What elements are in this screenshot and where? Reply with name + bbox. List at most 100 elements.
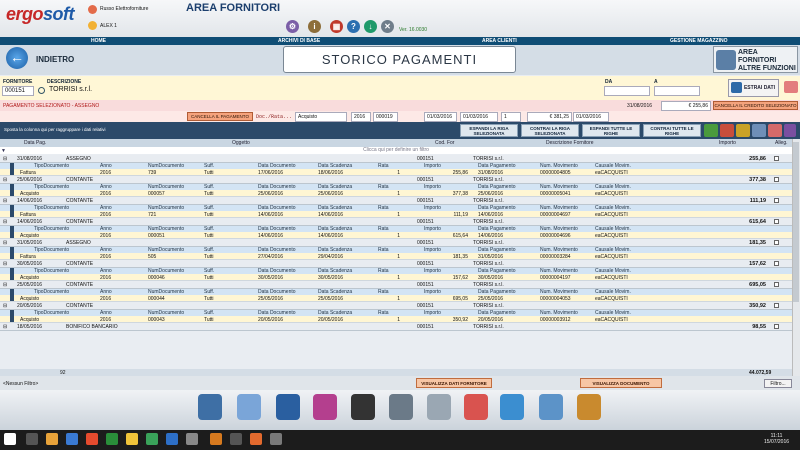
- card-dock-icon[interactable]: [237, 394, 261, 420]
- taskbar-app-icon[interactable]: [86, 433, 98, 445]
- attachment-checkbox[interactable]: [774, 261, 779, 266]
- user-dock-icon[interactable]: [198, 394, 222, 420]
- taskbar-app-icon[interactable]: [46, 433, 58, 445]
- download-icon[interactable]: ↓: [364, 20, 377, 33]
- taskbar-app-icon[interactable]: [250, 433, 262, 445]
- detail-row[interactable]: Acquisto 2016 000046 Tutti 30/05/2016 30/05/2…: [0, 274, 792, 281]
- cancel-credit-button[interactable]: CANCELLA IL CREDITO SELEZIONATO: [713, 101, 798, 110]
- taskbar-app-icon[interactable]: [146, 433, 158, 445]
- taskbar-app-icon[interactable]: [186, 433, 198, 445]
- menu-item-home[interactable]: HOME: [91, 38, 106, 44]
- taskbar-app-icon[interactable]: [230, 433, 242, 445]
- descrizione-field[interactable]: TORRISI s.r.l.: [47, 86, 587, 96]
- collapse-row-button[interactable]: CONTRAI LA RIGA SELEZIONATA: [521, 124, 579, 137]
- filter-button[interactable]: Filtro...: [764, 379, 792, 388]
- back-button[interactable]: INDIETRO: [36, 55, 74, 64]
- col-importo[interactable]: Importo: [719, 140, 736, 146]
- eraser-icon[interactable]: [784, 81, 798, 93]
- excel-export-icon[interactable]: [704, 124, 718, 137]
- collapse-icon: ⊟: [3, 324, 8, 330]
- collapse-icon: ⊟: [3, 261, 8, 267]
- taskbar-app-icon[interactable]: [66, 433, 78, 445]
- cancel-payment-button[interactable]: CANCELLA IL PAGAMENTO: [187, 112, 253, 121]
- fornitore-field[interactable]: 000151: [2, 86, 34, 96]
- search-icon[interactable]: [38, 87, 45, 94]
- docs-dock-icon[interactable]: [313, 394, 337, 420]
- col-alleg[interactable]: Alleg.: [775, 140, 788, 146]
- help-icon[interactable]: ?: [347, 20, 360, 33]
- close-icon[interactable]: ✕: [381, 20, 394, 33]
- taskbar-app-icon[interactable]: [166, 433, 178, 445]
- payment-method-cell: CONTANTE: [66, 282, 94, 288]
- search-dock-icon[interactable]: [539, 394, 563, 420]
- reset-layout-icon[interactable]: [768, 124, 782, 137]
- detail-row[interactable]: Acquisto 2016 000057 Tutti 25/06/2016 25/06/2…: [0, 190, 792, 197]
- attachment-checkbox[interactable]: [774, 156, 779, 161]
- col-cod-for[interactable]: Cod. For: [435, 140, 454, 146]
- payment-group-row[interactable]: ⊟ 31/05/2016 ASSEGNO 000151 TORRISI s.r.l. 18…: [0, 239, 792, 247]
- windows-start-icon[interactable]: [4, 433, 16, 445]
- date-from-field[interactable]: [604, 86, 650, 96]
- supplier-code-cell: 000151: [417, 261, 434, 267]
- view-supplier-button[interactable]: VISUALIZZA DATI FORNITORE: [416, 378, 492, 388]
- menu-item-archivi[interactable]: ARCHIVI DI BASE: [278, 38, 320, 44]
- taskbar-app-icon[interactable]: [210, 433, 222, 445]
- menu-item-clienti[interactable]: AREA CLIENTI: [482, 38, 517, 44]
- menu-item-magazzino[interactable]: GESTIONE MAGAZZINO: [670, 38, 728, 44]
- back-arrow-icon[interactable]: ←: [6, 47, 28, 69]
- detail-row[interactable]: Fattura 2016 505 Tutti 27/04/2016 29/04/2016 1…: [0, 253, 792, 260]
- attachment-checkbox[interactable]: [774, 240, 779, 245]
- grid-filter-row[interactable]: Clicca qui per definire un filtro: [0, 147, 792, 154]
- payment-group-row[interactable]: ⊟ 30/05/2016 CONTANTE 000151 TORRISI s.r.l. 1…: [0, 260, 792, 268]
- scrollbar-thumb[interactable]: [793, 142, 799, 302]
- attachment-checkbox[interactable]: [774, 198, 779, 203]
- expand-row-button[interactable]: ESPANDI LA RIGA SELEZIONATA: [460, 124, 518, 137]
- expand-all-button[interactable]: ESPANDI TUTTE LE RIGHE: [582, 124, 640, 137]
- view-document-button[interactable]: VISUALIZZA DOCUMENTO: [580, 378, 662, 388]
- payment-group-row[interactable]: ⊟ 14/06/2016 CONTANTE 000151 TORRISI s.r.l. 1…: [0, 197, 792, 205]
- attachment-checkbox[interactable]: [774, 177, 779, 182]
- payment-group-row[interactable]: ⊟ 25/05/2016 CONTANTE 000151 TORRISI s.r.l. 6…: [0, 281, 792, 289]
- taskbar-app-icon[interactable]: [26, 433, 38, 445]
- payment-group-row[interactable]: ⊟ 14/06/2016 CONTANTE 000151 TORRISI s.r.l. 6…: [0, 218, 792, 226]
- settings-icon[interactable]: [752, 124, 766, 137]
- payment-group-row[interactable]: ⊟ 25/06/2016 CONTANTE 000151 TORRISI s.r.l. 3…: [0, 176, 792, 184]
- taskbar-app-icon[interactable]: [126, 433, 138, 445]
- attachment-checkbox[interactable]: [774, 324, 779, 329]
- payment-group-row[interactable]: ⊟ 31/08/2016 ASSEGNO 000151 TORRISI s.r.l. 25…: [0, 155, 792, 163]
- security-dock-icon[interactable]: [351, 394, 375, 420]
- payment-group-row[interactable]: ⊟ 20/05/2016 CONTANTE 000151 TORRISI s.r.l. 3…: [0, 302, 792, 310]
- col-descrizione[interactable]: Descrizione Fornitore: [546, 140, 594, 146]
- tools-icon[interactable]: ⚙: [286, 20, 299, 33]
- taskbar-app-icon[interactable]: [270, 433, 282, 445]
- attachment-checkbox[interactable]: [774, 303, 779, 308]
- collapse-all-button[interactable]: CONTRAI TUTTE LE RIGHE: [643, 124, 701, 137]
- detail-row[interactable]: Acquisto 2016 000044 Tutti 25/05/2016 25/05/2…: [0, 295, 792, 302]
- calculator-icon[interactable]: ▦: [330, 20, 343, 33]
- info-icon[interactable]: i: [308, 20, 321, 33]
- tag-dock-icon[interactable]: [500, 394, 524, 420]
- doc-number-field: 000019: [373, 112, 398, 122]
- taskbar-app-icon[interactable]: [106, 433, 118, 445]
- archive-dock-icon[interactable]: [276, 394, 300, 420]
- detail-row[interactable]: Acquisto 2016 000043 Tutti 20/05/2016 20/05/2…: [0, 316, 792, 323]
- print-icon[interactable]: [736, 124, 750, 137]
- altre-funzioni-button[interactable]: AREA FORNITORI ALTRE FUNZIONI: [713, 46, 798, 73]
- printer-dock-icon[interactable]: [427, 394, 451, 420]
- attachment-checkbox[interactable]: [774, 219, 779, 224]
- payment-group-row[interactable]: ⊟ 18/05/2016 BONIFICO BANCARIO 000151 TORRIS…: [0, 323, 792, 331]
- calendar-dock-icon[interactable]: [464, 394, 488, 420]
- supplier-code-cell: 000151: [417, 324, 434, 330]
- date-to-field[interactable]: [654, 86, 700, 96]
- attachment-checkbox[interactable]: [774, 282, 779, 287]
- filter-icon: ▼: [1, 148, 6, 154]
- pdf-export-icon[interactable]: [720, 124, 734, 137]
- col-oggetto[interactable]: Oggetto: [232, 140, 250, 146]
- detail-row[interactable]: Fattura 2016 739 Tutti 17/06/2016 18/06/2016 1…: [0, 169, 792, 176]
- detail-row[interactable]: Fattura 2016 721 Tutti 14/06/2016 14/06/2016 1…: [0, 211, 792, 218]
- save-dock-icon[interactable]: [389, 394, 413, 420]
- tools-dock-icon[interactable]: [577, 394, 601, 420]
- col-data-pag[interactable]: Data Pag.: [24, 140, 46, 146]
- detail-row[interactable]: Acquisto 2016 000051 Tutti 14/06/2016 14/06/2…: [0, 232, 792, 239]
- close-grid-icon[interactable]: [784, 124, 796, 137]
